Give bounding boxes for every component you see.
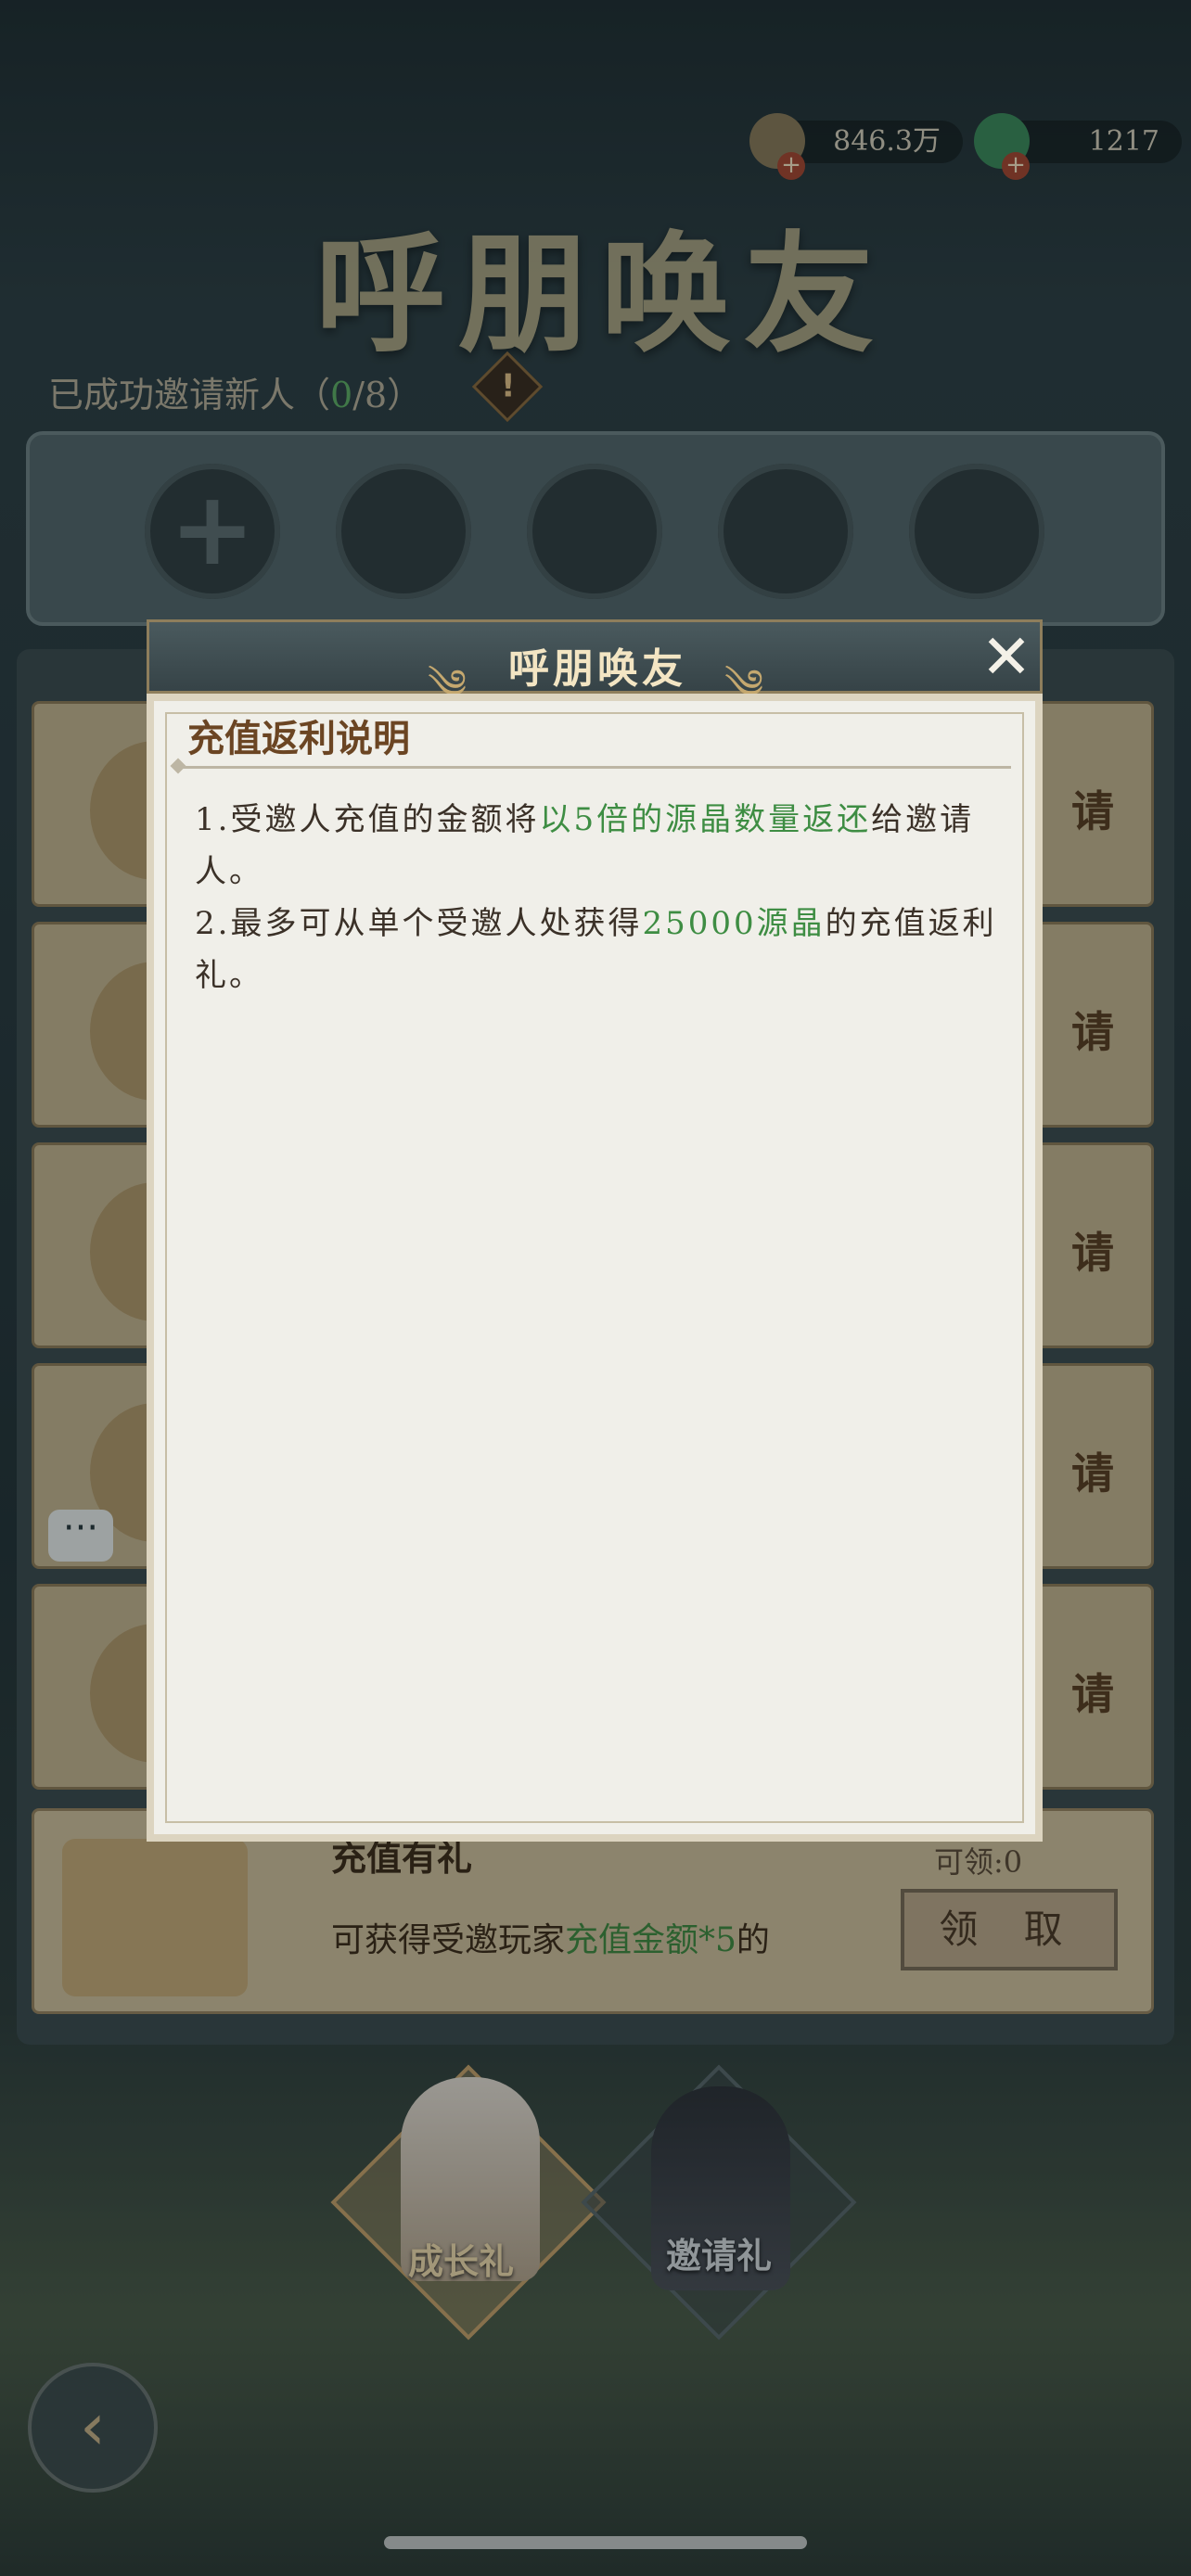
rule2-prefix: 2.最多可从单个受邀人处获得 [195, 905, 643, 942]
rule-line-2: 2.最多可从单个受邀人处获得25000源晶的充值返利礼。 [195, 898, 1011, 1001]
dialog-subtitle: 充值返利说明 [187, 717, 410, 760]
close-icon[interactable]: ✕ [977, 627, 1036, 689]
rule1-highlight: 以5倍的源晶数量返还 [539, 801, 872, 838]
divider [178, 766, 1011, 769]
rebate-info-dialog: ༄ ༄ 呼朋唤友 ✕ 充值返利说明 1.受邀人充值的金额将以5倍的源晶数量返还给… [147, 619, 1043, 1842]
rule2-highlight: 25000源晶 [642, 905, 826, 942]
dialog-title: 呼朋唤友 [508, 645, 686, 693]
rule1-prefix: 1.受邀人充值的金额将 [195, 801, 540, 838]
rule-line-1: 1.受邀人充值的金额将以5倍的源晶数量返还给邀请人。 [195, 794, 1011, 898]
dialog-header: ༄ ༄ 呼朋唤友 ✕ [147, 619, 1043, 708]
